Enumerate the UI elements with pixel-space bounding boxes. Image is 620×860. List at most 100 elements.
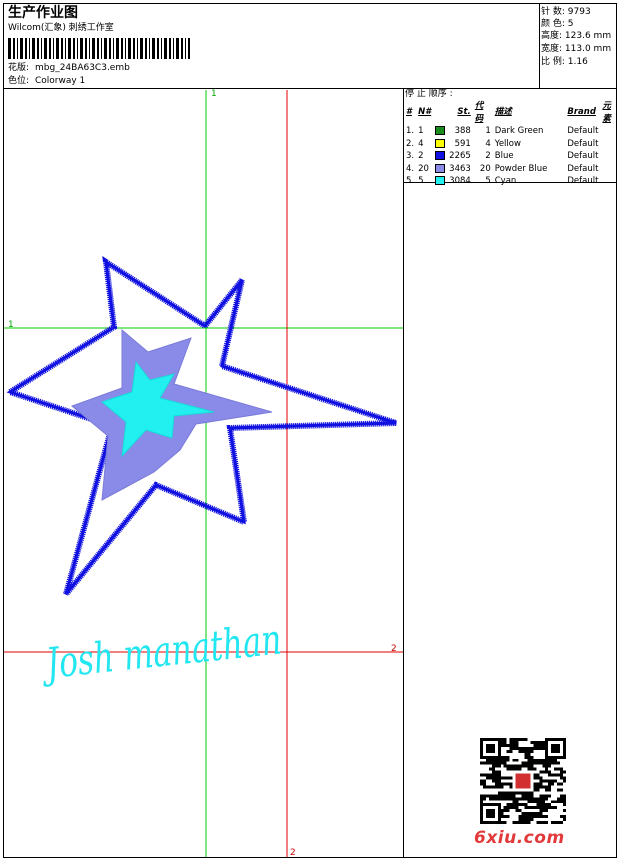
row-stitches: 3463 bbox=[449, 163, 471, 174]
qr-module bbox=[560, 821, 564, 824]
qr-module bbox=[512, 738, 516, 741]
qr-module bbox=[527, 812, 531, 816]
qr-module bbox=[545, 758, 549, 762]
qr-module bbox=[515, 746, 519, 750]
qr-module bbox=[524, 755, 528, 759]
barcode-bar bbox=[101, 38, 102, 59]
row-element bbox=[600, 163, 620, 176]
barcode-bar bbox=[113, 38, 114, 59]
meta-stitches: 针 数: 9793 bbox=[541, 6, 591, 18]
qr-module bbox=[551, 773, 555, 777]
qr-module bbox=[509, 767, 513, 771]
meta-width-value: 113.0 mm bbox=[564, 44, 612, 54]
qr-module bbox=[491, 764, 495, 768]
qr-module bbox=[539, 806, 543, 810]
row-description: Cyan bbox=[494, 176, 517, 186]
barcode-bar bbox=[137, 38, 138, 59]
barcode-bar bbox=[164, 38, 167, 59]
row-description: Blue bbox=[494, 151, 514, 161]
qr-module bbox=[524, 821, 528, 824]
qr-module bbox=[512, 746, 516, 750]
qr-module bbox=[509, 791, 513, 795]
col-header-description: 描述 bbox=[494, 107, 512, 118]
color-swatch bbox=[435, 176, 446, 185]
qr-module bbox=[518, 818, 522, 822]
qr-module bbox=[545, 767, 549, 771]
qr-module bbox=[503, 794, 507, 798]
qr-module bbox=[500, 738, 504, 741]
row-swatch bbox=[433, 138, 447, 151]
row-element bbox=[600, 138, 620, 151]
guide-label-top: 1 bbox=[211, 89, 217, 99]
qr-module bbox=[494, 797, 498, 801]
qr-module bbox=[539, 776, 543, 780]
header-divider bbox=[539, 3, 540, 89]
qr-module bbox=[548, 764, 552, 768]
row-stitches: 388 bbox=[454, 126, 471, 136]
qr-module bbox=[482, 794, 486, 798]
qr-module bbox=[500, 791, 504, 795]
table-row: 3. 2 2265 2 Blue Default bbox=[404, 150, 620, 163]
qr-module bbox=[533, 776, 537, 780]
row-swatch bbox=[433, 175, 447, 188]
qr-module bbox=[560, 815, 564, 819]
qr-module bbox=[533, 815, 537, 819]
design-canvas: Josh manathan bbox=[4, 90, 403, 857]
qr-module bbox=[485, 773, 489, 777]
barcode-bar bbox=[53, 38, 54, 59]
qr-module bbox=[488, 776, 492, 780]
qr-module bbox=[551, 761, 555, 765]
qr-module bbox=[482, 773, 486, 777]
row-brand: Default bbox=[567, 151, 599, 161]
qr-module bbox=[521, 803, 525, 807]
qr-module bbox=[545, 794, 549, 798]
barcode-bar bbox=[25, 38, 27, 59]
qr-module bbox=[509, 764, 513, 768]
qr-module bbox=[512, 794, 516, 798]
row-stitches: 3084 bbox=[449, 176, 471, 186]
qr-module bbox=[497, 776, 501, 780]
qr-module bbox=[542, 758, 546, 762]
qr-module bbox=[509, 797, 513, 801]
qr-module bbox=[551, 806, 555, 810]
row-description: Yellow bbox=[494, 138, 521, 149]
meta-width-label: 宽度: bbox=[541, 44, 563, 54]
qr-module bbox=[524, 749, 528, 753]
qr-module bbox=[539, 746, 543, 750]
qr-module bbox=[536, 815, 540, 819]
qr-module bbox=[551, 743, 561, 753]
meta-scale-value: 1.16 bbox=[567, 57, 588, 67]
qr-module bbox=[503, 809, 507, 813]
qr-module bbox=[480, 797, 483, 801]
barcode-bar bbox=[41, 38, 42, 59]
qr-module bbox=[500, 755, 504, 759]
qr-module bbox=[494, 761, 498, 765]
qr-module bbox=[542, 809, 546, 813]
qr-module bbox=[506, 794, 510, 798]
qr-module bbox=[503, 782, 507, 786]
qr-module bbox=[506, 764, 510, 768]
qr-module bbox=[527, 821, 531, 824]
qr-module bbox=[509, 743, 513, 747]
barcode-bar bbox=[32, 38, 35, 59]
qr-module bbox=[506, 776, 510, 780]
row-needle: 2 bbox=[418, 151, 424, 161]
qr-module bbox=[539, 809, 543, 813]
barcode-bar bbox=[176, 38, 179, 59]
qr-module bbox=[548, 770, 552, 774]
qr-module bbox=[554, 800, 558, 804]
qr-module bbox=[480, 782, 483, 786]
outer-star-outline-core bbox=[6, 258, 397, 595]
row-element bbox=[600, 150, 620, 163]
qr-module bbox=[503, 806, 507, 810]
qr-module bbox=[530, 815, 534, 819]
qr-module bbox=[530, 746, 534, 750]
qr-module bbox=[527, 761, 531, 765]
qr-module bbox=[518, 815, 522, 819]
row-index: 1. bbox=[406, 126, 415, 136]
qr-module bbox=[533, 812, 537, 816]
qr-module bbox=[521, 761, 525, 765]
qr-code bbox=[480, 738, 566, 824]
qr-module bbox=[563, 794, 566, 798]
qr-module bbox=[494, 794, 498, 798]
